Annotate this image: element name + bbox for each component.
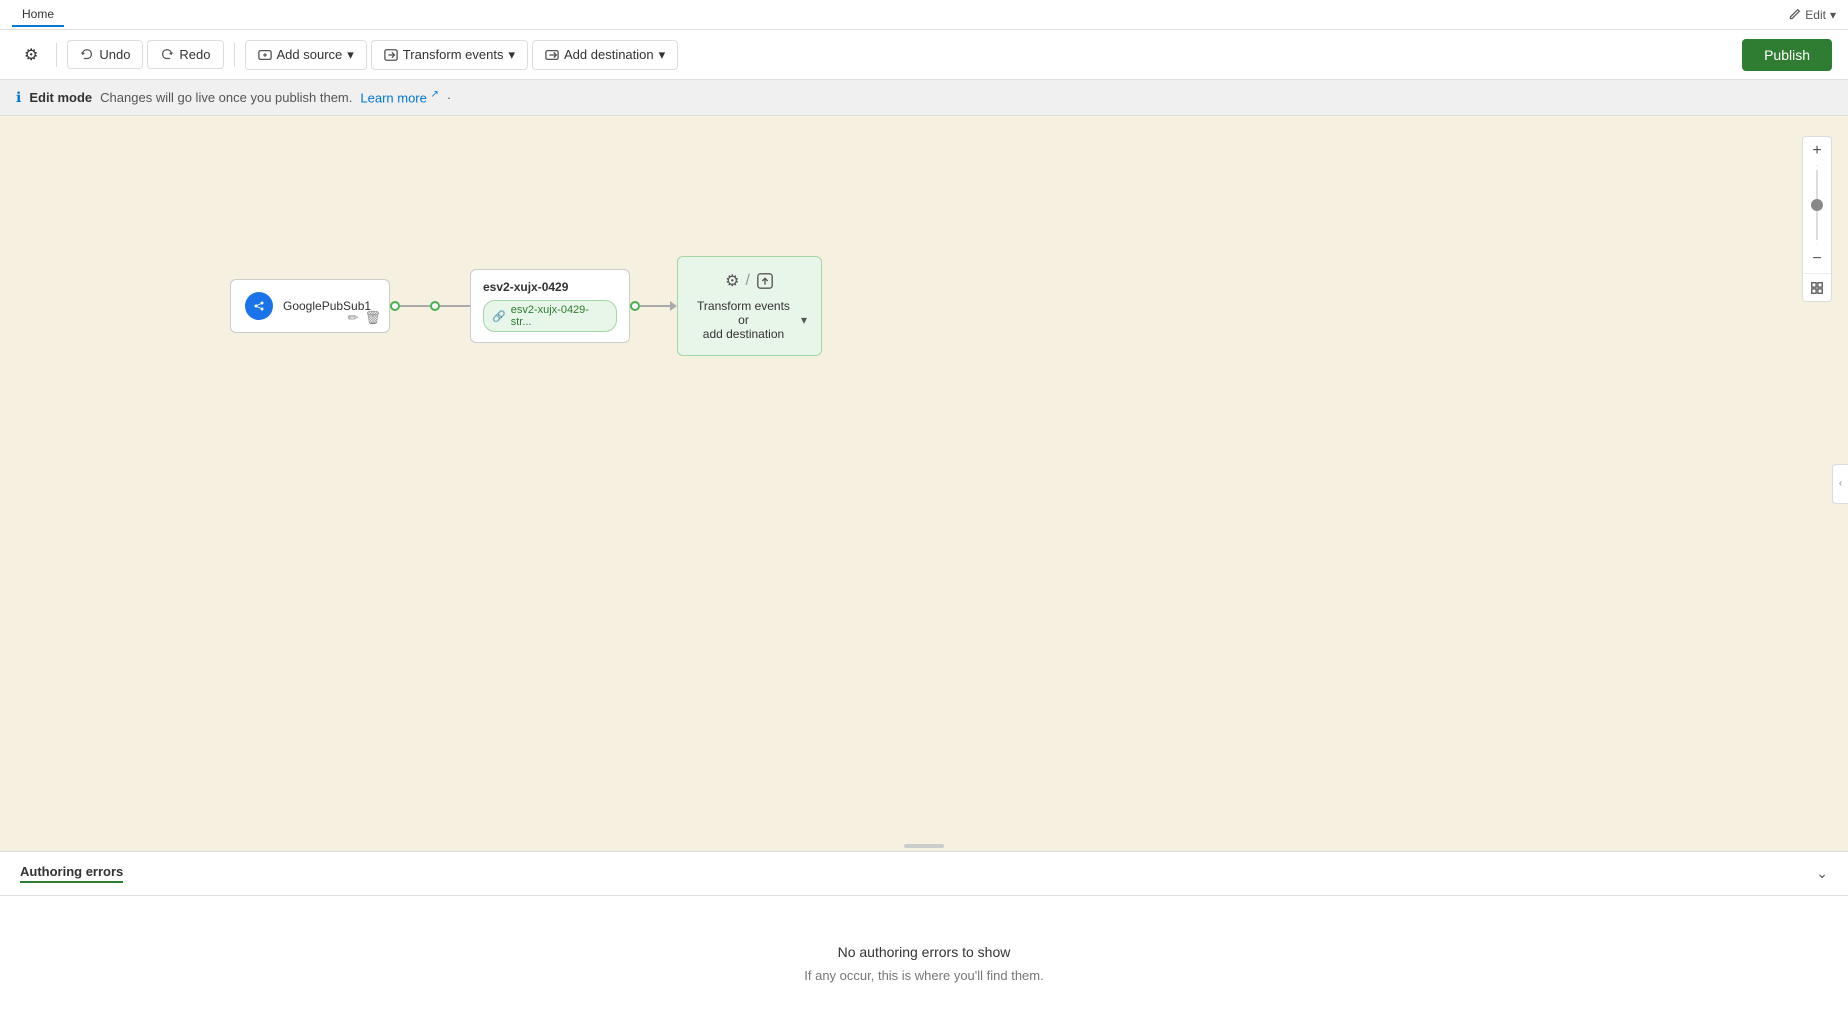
add-destination-button[interactable]: Add destination ▾ <box>532 40 678 70</box>
separator-dot: · <box>447 90 451 105</box>
zoom-out-button[interactable]: − <box>1803 245 1831 273</box>
transform-events-chevron: ▾ <box>508 47 515 63</box>
toolbar-separator-2 <box>234 43 235 67</box>
chip-link-icon: 🔗 <box>492 310 506 323</box>
redo-icon <box>160 48 174 62</box>
settings-icon: ⚙ <box>24 45 38 65</box>
drag-handle[interactable] <box>904 844 944 848</box>
delete-node-icon[interactable]: 🗑 <box>364 310 381 326</box>
add-source-button[interactable]: Add source ▾ <box>245 40 367 70</box>
google-pubsub-icon <box>245 292 273 320</box>
event-node-title: esv2-xujx-0429 <box>483 280 617 294</box>
connector-2 <box>630 301 677 311</box>
flow-container: GooglePubSub1 ✏ 🗑 esv2-xujx-0429 🔗 esv2-… <box>230 256 822 356</box>
bottom-panel-header: Authoring errors ⌄ <box>0 852 1848 896</box>
add-destination-icon <box>545 48 559 62</box>
connector-dot-1 <box>390 301 400 311</box>
divider-slash: / <box>745 272 749 290</box>
edit-menu[interactable]: Edit ▾ <box>1788 8 1836 22</box>
edit-banner: ℹ Edit mode Changes will go live once yo… <box>0 80 1848 116</box>
publish-button[interactable]: Publish <box>1742 39 1832 71</box>
authoring-errors-title: Authoring errors <box>20 864 123 883</box>
event-node-chip: 🔗 esv2-xujx-0429-str... <box>483 300 617 332</box>
transform-node-chevron[interactable]: ▾ <box>801 313 807 327</box>
transform-node[interactable]: ⚙ / Transform events oradd destination ▾ <box>677 256 822 356</box>
connector-line-1 <box>400 305 430 307</box>
settings-button[interactable]: ⚙ <box>16 39 46 71</box>
redo-button[interactable]: Redo <box>147 40 223 69</box>
add-source-icon <box>258 48 272 62</box>
toolbar-separator-1 <box>56 43 57 67</box>
info-icon: ℹ <box>16 89 21 106</box>
add-source-chevron: ▾ <box>347 47 354 63</box>
learn-more-link[interactable]: Learn more ↗ <box>360 89 439 105</box>
edit-mode-label: Edit mode <box>29 90 92 105</box>
toolbar: ⚙ Undo Redo Add source ▾ Transform <box>0 30 1848 80</box>
pubsub-svg <box>250 297 268 315</box>
no-errors-sub: If any occur, this is where you'll find … <box>804 968 1043 983</box>
zoom-slider-container <box>1816 165 1818 245</box>
pencil-icon <box>1788 8 1801 21</box>
transform-events-button[interactable]: Transform events ▾ <box>371 40 528 70</box>
event-node[interactable]: esv2-xujx-0429 🔗 esv2-xujx-0429-str... <box>470 269 630 343</box>
bottom-panel: Authoring errors ⌄ No authoring errors t… <box>0 851 1848 1031</box>
title-bar: Home Edit ▾ <box>0 0 1848 30</box>
fit-view-button[interactable] <box>1803 273 1831 301</box>
edit-banner-message: Changes will go live once you publish th… <box>100 90 352 105</box>
canvas-area: GooglePubSub1 ✏ 🗑 esv2-xujx-0429 🔗 esv2-… <box>0 116 1848 851</box>
connector-1 <box>390 301 470 311</box>
edit-node-icon[interactable]: ✏ <box>348 310 359 326</box>
transform-node-icons: ⚙ / <box>725 271 774 291</box>
transform-icon <box>384 48 398 62</box>
gear-icon: ⚙ <box>725 271 739 291</box>
no-errors-label: No authoring errors to show <box>838 944 1011 960</box>
bottom-panel-chevron[interactable]: ⌄ <box>1816 865 1828 882</box>
fit-view-icon <box>1810 281 1824 295</box>
connector-line-2 <box>440 305 470 307</box>
transform-node-label: Transform events oradd destination <box>692 299 795 341</box>
zoom-in-button[interactable]: + <box>1803 137 1831 165</box>
home-tab[interactable]: Home <box>12 3 64 27</box>
undo-button[interactable]: Undo <box>67 40 143 69</box>
connector-line-3 <box>640 305 670 307</box>
source-node[interactable]: GooglePubSub1 ✏ 🗑 <box>230 279 390 333</box>
connector-dot-3 <box>630 301 640 311</box>
external-link-icon: ↗ <box>430 89 438 100</box>
connector-dot-2 <box>430 301 440 311</box>
undo-icon <box>80 48 94 62</box>
bottom-panel-content: No authoring errors to show If any occur… <box>0 896 1848 1031</box>
zoom-controls: + − <box>1802 136 1832 302</box>
connector-arrow <box>670 301 677 311</box>
add-destination-chevron: ▾ <box>659 47 666 63</box>
right-panel-toggle[interactable]: ‹ <box>1832 464 1848 504</box>
export-icon <box>756 272 774 290</box>
source-node-actions: ✏ 🗑 <box>348 310 381 326</box>
chip-label: esv2-xujx-0429-str... <box>511 304 608 328</box>
